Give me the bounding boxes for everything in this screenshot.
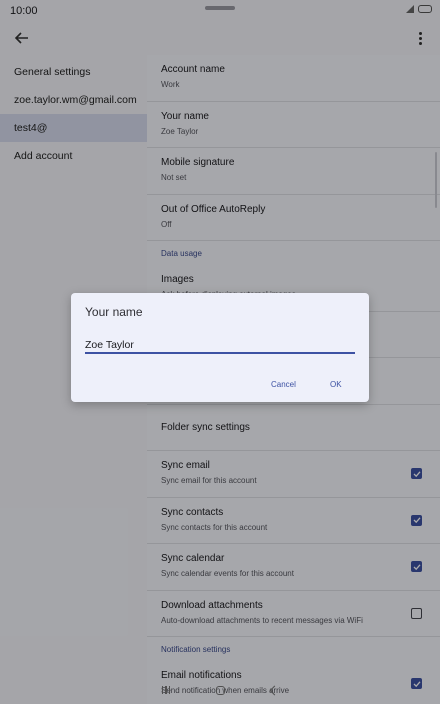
your-name-dialog: Your name Cancel OK — [71, 293, 369, 402]
name-input[interactable] — [85, 338, 355, 352]
dialog-title: Your name — [85, 305, 143, 319]
cancel-button[interactable]: Cancel — [271, 380, 296, 389]
input-underline — [85, 352, 355, 354]
ok-button[interactable]: OK — [330, 380, 342, 389]
